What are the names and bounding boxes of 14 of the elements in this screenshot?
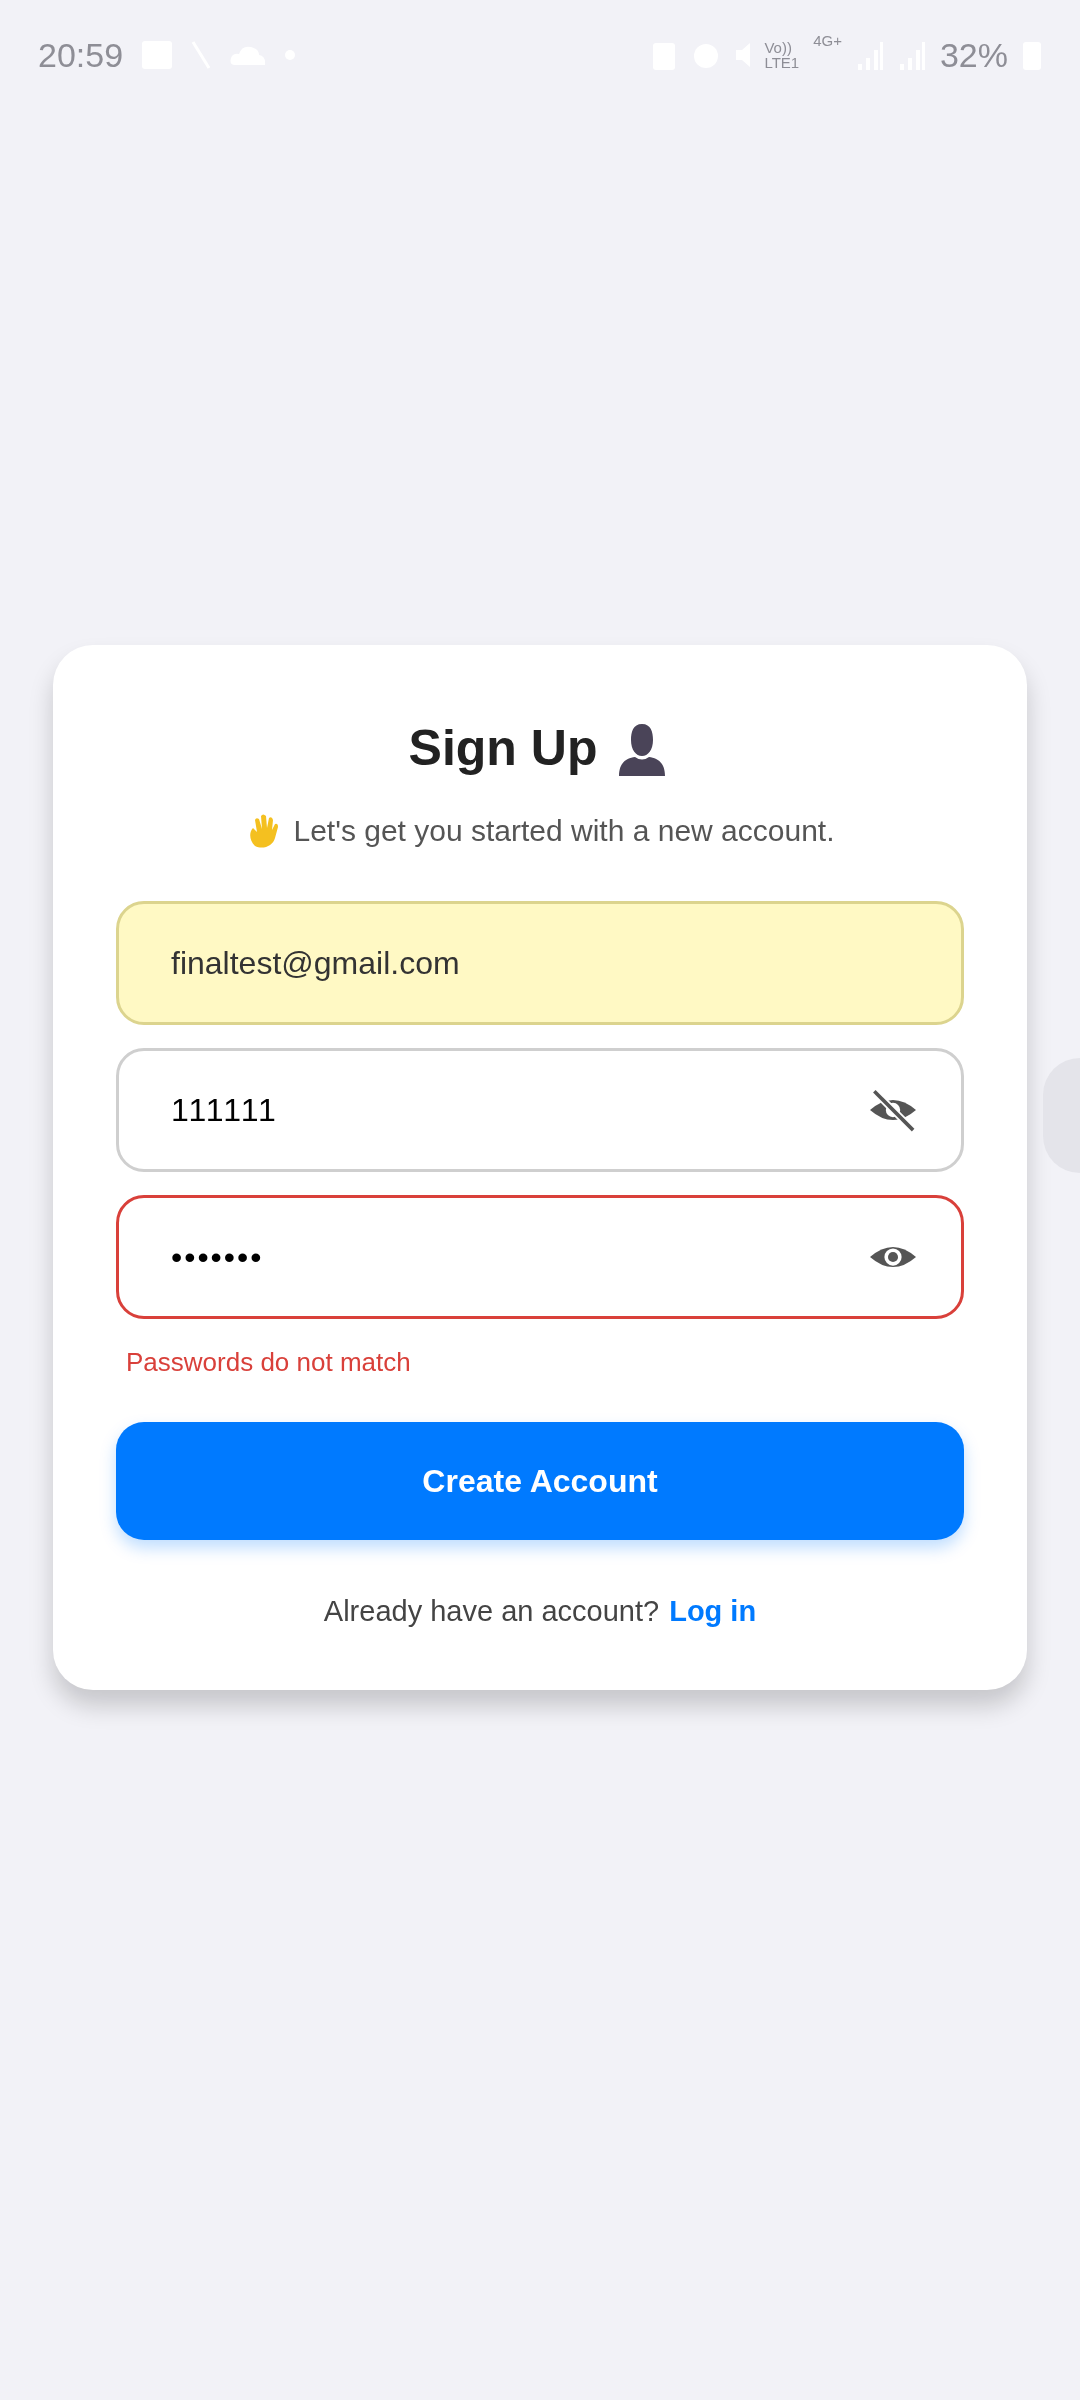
lte-label: LTE1: [764, 55, 800, 70]
email-field[interactable]: finaltest@gmail.com: [116, 901, 964, 1025]
login-prompt: Already have an account?: [323, 1594, 660, 1629]
login-link[interactable]: Log in: [669, 1590, 757, 1634]
error-message: Passwords do not match: [126, 1346, 412, 1379]
password-field[interactable]: 111111: [116, 1048, 964, 1172]
volte-label: Vo)): [764, 40, 793, 55]
subtitle: Let's get you started with a new account.: [293, 813, 835, 849]
create-account-button[interactable]: Create Account: [116, 1422, 964, 1540]
battery-percent: 32%: [939, 34, 1008, 76]
clock: 20:59: [38, 34, 124, 76]
title: Sign Up: [408, 719, 598, 778]
password-field[interactable]: •••••••: [116, 1195, 964, 1319]
network-label: 4G+: [813, 30, 842, 51]
